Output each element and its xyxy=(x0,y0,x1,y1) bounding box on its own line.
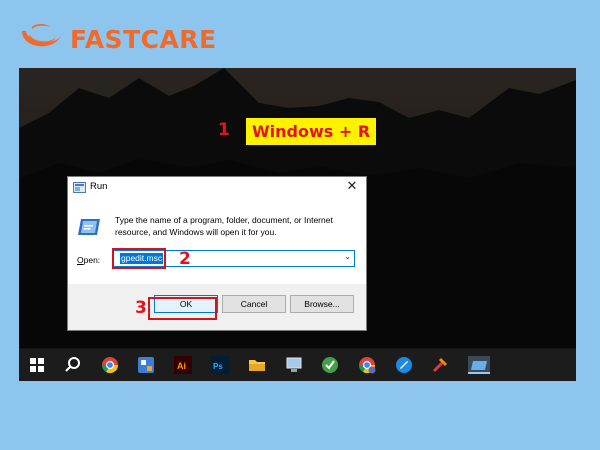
run-large-icon xyxy=(78,219,100,235)
brand-header: FASTCARE xyxy=(18,18,217,60)
green-app-icon[interactable] xyxy=(321,356,339,374)
step-3-number: 3 xyxy=(135,298,147,318)
windows-start-icon[interactable] xyxy=(28,356,46,374)
brand-name: FASTCARE xyxy=(70,24,217,54)
red-tools-icon[interactable] xyxy=(431,356,449,374)
open-label: Open: xyxy=(77,255,100,265)
dialog-title: Run xyxy=(90,181,108,192)
open-label-accesskey: O xyxy=(77,255,84,265)
file-explorer-icon[interactable] xyxy=(248,356,266,374)
open-label-text: pen: xyxy=(83,255,101,265)
dialog-description: Type the name of a program, folder, docu… xyxy=(115,215,333,237)
svg-text:Ai: Ai xyxy=(177,361,186,371)
step-2-number: 2 xyxy=(179,249,191,269)
taskbar: Ai Ps xyxy=(19,349,576,381)
dialog-title-bar[interactable]: Run ✕ xyxy=(68,177,366,199)
step-1-number: 1 xyxy=(218,120,230,140)
settings-app-icon[interactable] xyxy=(137,356,155,374)
fastcare-logo-icon xyxy=(22,24,62,47)
chrome-icon[interactable] xyxy=(101,356,119,374)
chevron-down-icon[interactable]: ⌄ xyxy=(344,252,351,261)
chrome-profile-icon[interactable] xyxy=(358,356,376,374)
blue-app-icon[interactable] xyxy=(395,356,413,374)
illustrator-icon[interactable]: Ai xyxy=(174,356,192,374)
browse-button[interactable]: Browse... xyxy=(290,295,354,313)
cancel-button[interactable]: Cancel xyxy=(222,295,286,313)
svg-text:Ps: Ps xyxy=(213,362,223,371)
step-2-highlight-box xyxy=(112,248,166,269)
search-icon[interactable] xyxy=(64,356,82,374)
desktop-screenshot: 1 Windows + R Run ✕ Type the name of a p… xyxy=(19,68,576,381)
run-app-icon xyxy=(73,182,86,193)
close-button[interactable]: ✕ xyxy=(344,179,360,195)
active-window-icon[interactable] xyxy=(468,356,490,374)
step-3-highlight-box xyxy=(148,297,217,320)
network-computer-icon[interactable] xyxy=(285,356,303,374)
dialog-button-bar: OK Cancel Browse... xyxy=(68,284,366,330)
photoshop-icon[interactable]: Ps xyxy=(211,356,229,374)
step-1-hotkey-label: Windows + R xyxy=(246,118,377,145)
